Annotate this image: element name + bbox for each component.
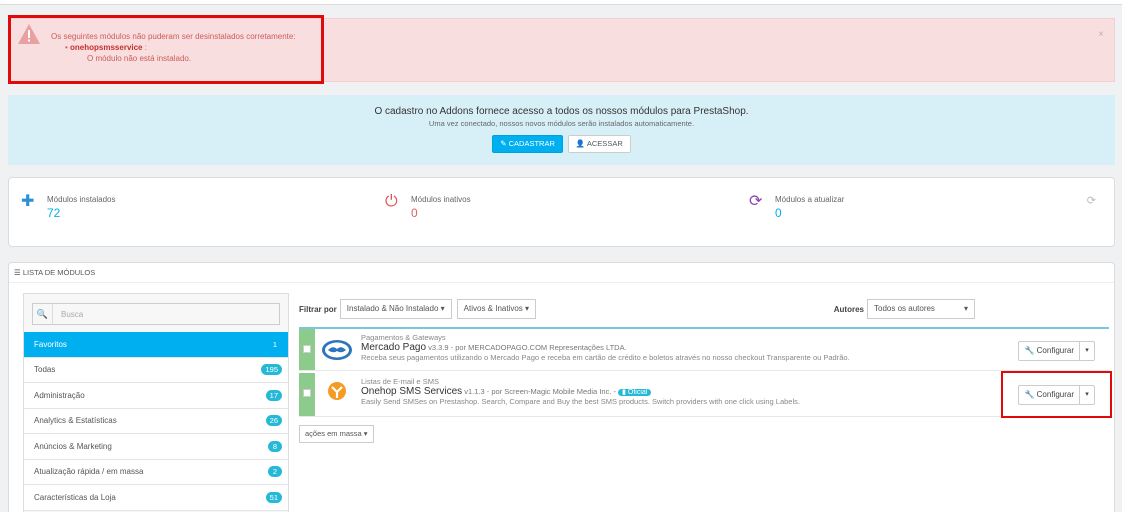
module-checkbox[interactable]	[303, 389, 311, 397]
highlight-box-configure	[1001, 371, 1112, 418]
info-heading: O cadastro no Addons fornece acesso a to…	[374, 106, 749, 117]
module-name: Mercado Pago	[361, 342, 427, 353]
user-icon: 👤	[575, 139, 587, 148]
install-filter-value: Instalado & Não Instalado	[346, 304, 439, 313]
module-list-panel: ☰ LISTA DE MÓDULOS 🔍 Busca Favoritos 1 To…	[8, 262, 1115, 512]
stat-label: Módulos a atualizar	[775, 195, 845, 204]
login-button[interactable]: 👤 ACESSAR	[567, 135, 631, 153]
category-item[interactable]: Administração 17	[24, 383, 288, 409]
stat-value: 0	[775, 206, 782, 220]
stat-value: 0	[411, 206, 418, 220]
search-input[interactable]: 🔍 Busca	[32, 303, 280, 325]
category-count: 195	[261, 364, 282, 376]
category-count: 1	[272, 339, 278, 349]
highlight-box-alert	[8, 15, 324, 84]
caret-down-icon: ▾	[525, 304, 530, 313]
onehop-logo-icon	[328, 382, 346, 400]
active-filter-value: Ativos & Inativos	[463, 304, 523, 313]
search-icon: 🔍	[33, 304, 53, 324]
configure-button[interactable]: 🔧 Configurar	[1019, 342, 1080, 360]
module-category: Listas de E-mail e SMS	[361, 377, 439, 386]
module-stats-panel: ✚ Módulos instalados 72 ⏻ Módulos inativ…	[8, 177, 1115, 247]
category-item[interactable]: Todas 195	[24, 357, 288, 383]
category-item[interactable]: Favoritos 1	[24, 332, 288, 358]
configure-button-group: 🔧 Configurar ▾	[1018, 341, 1095, 361]
pencil-icon: ✎	[500, 139, 509, 148]
official-label: Oficial	[627, 389, 648, 396]
module-list-main: Filtrar por Instalado & Não Instalado ▾ …	[299, 299, 1109, 443]
module-version: v1.1.3 - por Screen-Magic Mobile Media I…	[462, 387, 619, 396]
category-item[interactable]: Analytics & Estatísticas 26	[24, 408, 288, 434]
configure-dropdown-toggle[interactable]: ▾	[1080, 342, 1094, 360]
puzzle-icon: ✚	[21, 193, 35, 210]
stat-value: 72	[47, 206, 61, 220]
authors-filter: Autores Todos os autores ▾	[834, 299, 980, 319]
panel-title-text: LISTA DE MÓDULOS	[22, 268, 96, 277]
mercadopago-logo-icon	[322, 340, 352, 360]
addons-info-banner: O cadastro no Addons fornece acesso a to…	[8, 95, 1115, 165]
bulk-actions-button[interactable]: ações em massa ▾	[299, 425, 374, 443]
top-bar	[0, 0, 1122, 5]
bulk-label: ações em massa	[305, 429, 362, 438]
search-placeholder: Busca	[61, 309, 84, 319]
stat-label: Módulos instalados	[47, 195, 116, 204]
power-icon: ⏻	[385, 193, 398, 210]
filter-bar: Filtrar por Instalado & Não Instalado ▾ …	[299, 299, 1104, 319]
stat-label: Módulos inativos	[411, 195, 471, 204]
caret-down-icon: ▾	[963, 304, 968, 313]
category-label: Características da Loja	[34, 492, 116, 502]
close-icon[interactable]: ×	[1098, 29, 1104, 40]
active-filter-select[interactable]: Ativos & Inativos ▾	[456, 299, 537, 319]
category-label: Todas	[34, 365, 56, 375]
category-item[interactable]: Atualização rápida / em massa 2	[24, 459, 288, 485]
authors-select[interactable]: Todos os autores ▾	[867, 299, 975, 319]
list-icon: ☰	[14, 268, 23, 277]
category-item[interactable]: Características da Loja 51	[24, 485, 288, 511]
caret-down-icon: ▾	[440, 304, 445, 313]
login-label: ACESSAR	[586, 139, 623, 148]
info-subheading: Uma vez conectado, nossos novos módulos …	[428, 119, 695, 128]
module-description: Easily Send SMSes on Prestashop. Search,…	[361, 397, 800, 406]
category-item[interactable]: Anúncios & Marketing 8	[24, 434, 288, 460]
caret-down-icon: ▾	[1085, 347, 1089, 354]
category-count: 51	[265, 491, 282, 503]
register-button[interactable]: ✎ CADASTRAR	[492, 135, 563, 153]
category-label: Analytics & Estatísticas	[34, 416, 117, 426]
category-count: 2	[268, 466, 282, 478]
category-label: Atualização rápida / em massa	[34, 467, 144, 477]
module-checkbox[interactable]	[303, 345, 311, 353]
authors-label: Autores	[833, 304, 864, 314]
category-count: 8	[268, 440, 282, 452]
category-label: Anúncios & Marketing	[34, 441, 112, 451]
module-name: Onehop SMS Services	[361, 386, 463, 397]
reload-icon[interactable]: ⟳	[1087, 194, 1096, 207]
install-filter-select[interactable]: Instalado & Não Instalado ▾	[339, 299, 452, 319]
register-label: CADASTRAR	[508, 139, 555, 148]
panel-title: ☰ LISTA DE MÓDULOS	[9, 263, 1114, 283]
filter-label: Filtrar por	[299, 304, 337, 314]
module-row: Listas de E-mail e SMS Onehop SMS Servic…	[299, 373, 1109, 417]
official-badge: ▮ Oficial	[618, 389, 652, 396]
category-label: Favoritos	[34, 339, 67, 349]
configure-label: Configurar	[1036, 346, 1074, 355]
caret-down-icon: ▾	[363, 429, 368, 438]
module-row: Pagamentos & Gateways Mercado Pago v3.3.…	[299, 327, 1109, 371]
module-description: Receba seus pagamentos utilizando o Merc…	[361, 353, 850, 362]
category-sidebar: 🔍 Busca Favoritos 1 Todas 195 Administraçã…	[23, 293, 289, 512]
category-label: Administração	[34, 390, 85, 400]
authors-value: Todos os autores	[874, 304, 935, 313]
module-version: v3.3.9 - por MERCADOPAGO.COM Representaç…	[426, 343, 627, 352]
category-count: 26	[265, 415, 282, 427]
refresh-icon: ⟳	[749, 193, 763, 210]
wrench-icon: 🔧	[1024, 346, 1037, 355]
category-count: 17	[265, 389, 282, 401]
module-category: Pagamentos & Gateways	[361, 333, 446, 342]
